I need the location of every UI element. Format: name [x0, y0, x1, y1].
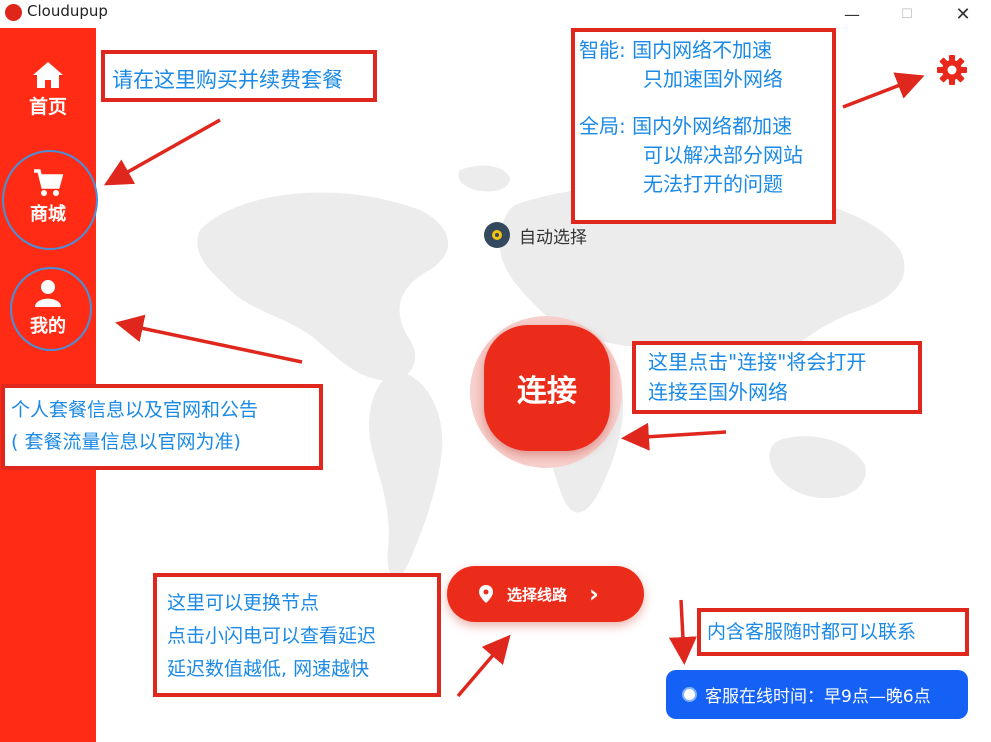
connect-button[interactable]: 连接: [484, 325, 610, 451]
settings-annotation: 智能: 国内网络不加速 只加速国外网络 全局: 国内外网络都加速 可以解决部分网…: [571, 28, 836, 224]
annotation-text: 这里可以更换节点: [167, 592, 320, 614]
select-route-label: 选择线路: [507, 585, 568, 604]
annotation-text: 智能: 国内网络不加速: [579, 38, 773, 62]
mode-selector[interactable]: 自动选择: [483, 221, 587, 249]
profile-annotation: 个人套餐信息以及官网和公告 ( 套餐流量信息以官网为准): [1, 384, 323, 470]
chevron-right-icon: ›: [589, 580, 599, 608]
select-route-button[interactable]: 选择线路 ›: [447, 566, 644, 622]
cart-icon: [34, 169, 64, 196]
annotation-text: 这里点击"连接"将会打开: [648, 350, 867, 374]
support-hours-text: 客服在线时间：早9点—晚6点: [705, 687, 931, 707]
location-pin-icon: [479, 585, 493, 603]
user-icon: [35, 280, 61, 307]
shop-annotation: 请在这里购买并续费套餐: [101, 50, 377, 102]
minimize-button[interactable]: —: [829, 0, 875, 28]
annotation-text: ( 套餐流量信息以官网为准): [11, 431, 241, 453]
annotation-text: 内含客服随时都可以联系: [707, 621, 917, 643]
support-hours-badge[interactable]: 客服在线时间：早9点—晚6点: [666, 670, 968, 719]
settings-arrow: [842, 72, 925, 109]
close-button[interactable]: ✕: [940, 0, 986, 28]
annotation-text: 个人套餐信息以及官网和公告: [11, 399, 259, 421]
annotation-text: 可以解决部分网站: [643, 143, 803, 167]
sidebar-item-profile[interactable]: 我的: [0, 278, 96, 338]
app-title: Cloudupup: [27, 2, 108, 20]
sidebar-item-shop[interactable]: 商城: [0, 168, 96, 226]
annotation-text: 延迟数值越低, 网速越快: [167, 658, 370, 680]
sidebar-item-label: 商城: [30, 204, 66, 225]
home-icon: [33, 62, 63, 88]
support-annotation: 内含客服随时都可以联系: [697, 608, 969, 656]
route-arrow: [456, 634, 511, 698]
mode-label: 自动选择: [519, 227, 587, 248]
annotation-text: 连接至国外网络: [648, 380, 788, 404]
sidebar-item-home[interactable]: 首页: [0, 60, 96, 119]
app-logo-icon: [5, 4, 22, 21]
annotation-text: 点击小闪电可以查看延迟: [167, 625, 377, 647]
annotation-text: 全局: 国内外网络都加速: [579, 114, 793, 138]
sidebar-item-label: 首页: [28, 96, 67, 118]
settings-gear-icon[interactable]: [935, 53, 969, 87]
route-annotation: 这里可以更换节点 点击小闪电可以查看延迟 延迟数值越低, 网速越快: [153, 573, 441, 697]
online-status-dot-icon: [682, 687, 697, 702]
connect-annotation: 这里点击"连接"将会打开 连接至国外网络: [632, 341, 922, 414]
annotation-text: 请在这里购买并续费套餐: [112, 68, 343, 92]
auto-mode-icon: [484, 222, 510, 248]
annotation-text: 无法打开的问题: [643, 172, 783, 196]
sidebar-item-label: 我的: [30, 316, 66, 337]
maximize-button[interactable]: ☐: [884, 0, 930, 28]
annotation-text: 只加速国外网络: [643, 67, 783, 91]
